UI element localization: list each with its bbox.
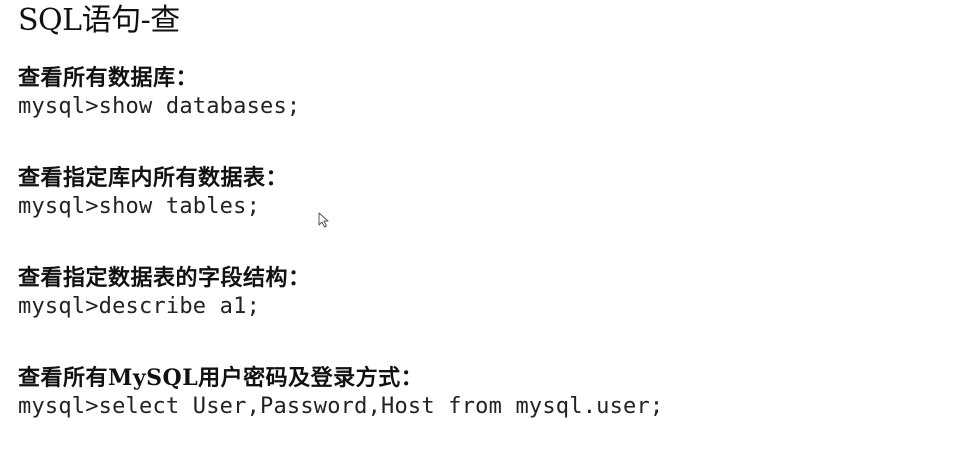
section-heading: 查看指定数据表的字段结构： [18, 265, 311, 291]
section-show-databases: 查看所有数据库： mysql>show databases; [18, 64, 938, 122]
command-line: mysql>show tables; [18, 194, 261, 219]
page-title: SQL语句-查 [18, 3, 180, 38]
command-line: mysql>describe a1; [18, 294, 261, 319]
section-describe-table: 查看指定数据表的字段结构： mysql>describe a1; [18, 264, 938, 322]
section-heading: 查看所有MySQL用户密码及登录方式： [18, 365, 424, 391]
section-heading: 查看指定库内所有数据表： [18, 165, 289, 191]
mouse-pointer-icon [318, 212, 329, 228]
section-select-users: 查看所有MySQL用户密码及登录方式： mysql>select User,Pa… [18, 364, 938, 422]
command-line: mysql>select User,Password,Host from mys… [18, 394, 664, 419]
section-heading: 查看所有数据库： [18, 65, 199, 91]
command-line: mysql>show databases; [18, 94, 301, 119]
section-show-tables: 查看指定库内所有数据表： mysql>show tables; [18, 164, 938, 222]
